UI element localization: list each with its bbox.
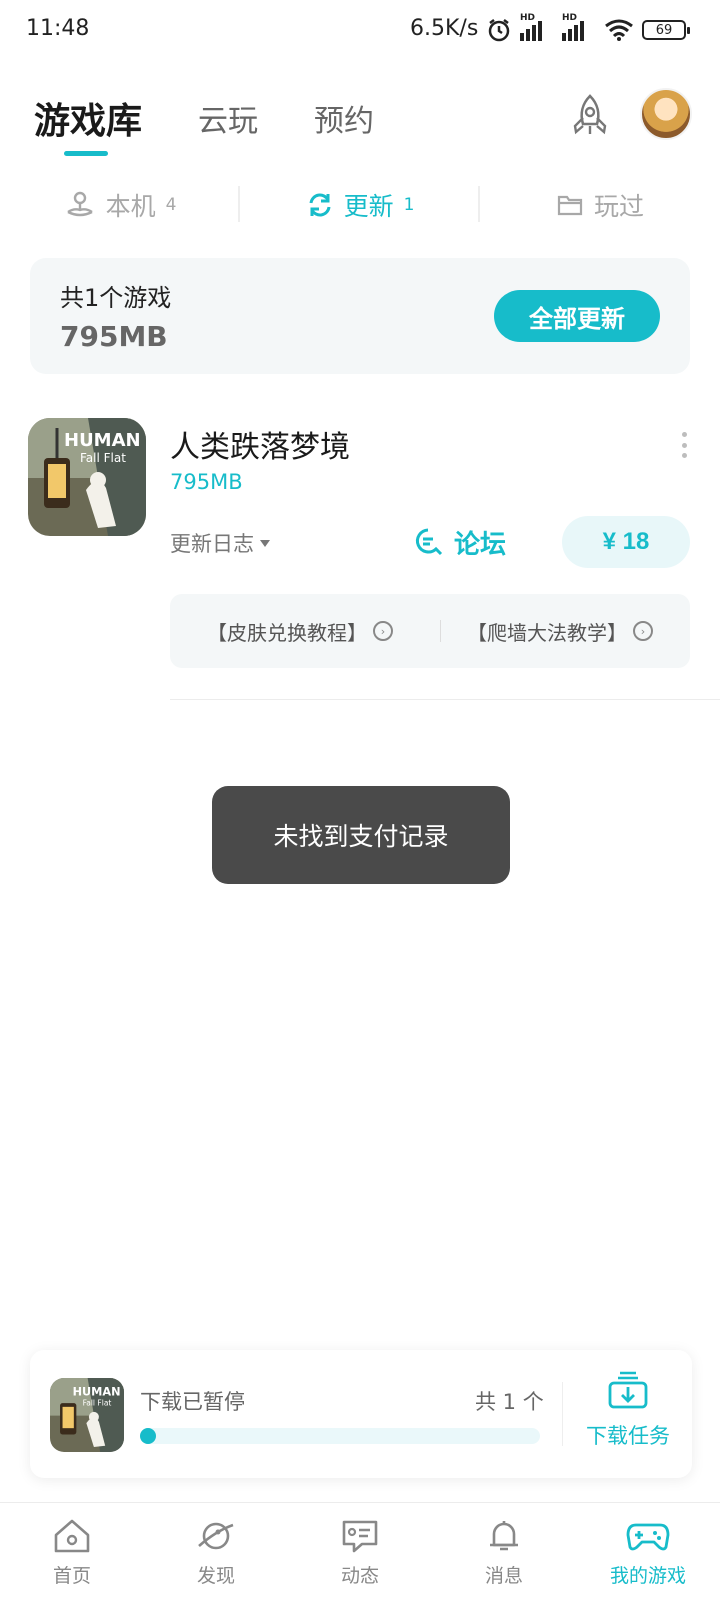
guide-link-skin-exchange[interactable]: 【皮肤兑换教程】 ›	[170, 617, 430, 646]
nav-my-games[interactable]: 我的游戏	[576, 1503, 720, 1600]
game-icon[interactable]: HUMAN Fall Flat	[28, 418, 146, 536]
status-time: 11:48	[26, 16, 90, 41]
nav-messages-label: 消息	[484, 1565, 523, 1587]
gamepad-icon	[626, 1523, 670, 1551]
caret-down-icon	[260, 539, 270, 547]
subtab-played-label: 玩过	[593, 192, 644, 221]
svg-text:Fall Flat: Fall Flat	[80, 451, 126, 465]
svg-text:HUMAN: HUMAN	[64, 430, 141, 451]
alarm-icon	[488, 19, 510, 42]
update-summary-card: 共1个游戏 795MB 全部更新	[30, 258, 690, 374]
subtab-local-label: 本机	[105, 192, 156, 221]
rocket-icon[interactable]	[566, 92, 614, 140]
nav-feed-label: 动态	[340, 1565, 379, 1587]
tab-reservations[interactable]: 预约	[314, 96, 374, 140]
price-button[interactable]: ¥ 18	[562, 516, 690, 568]
download-progress-bar	[140, 1428, 540, 1444]
download-tasks-button[interactable]: 下载任务	[580, 1370, 676, 1462]
battery-level: 69	[655, 22, 673, 38]
download-total: 共 1 个	[475, 1390, 544, 1414]
forum-label: 论坛	[454, 529, 507, 560]
download-panel[interactable]: HUMAN Fall Flat 下载已暂停 共 1 个 下载任务	[30, 1350, 692, 1478]
guide-link-label: 【爬墙大法教学】	[467, 620, 627, 645]
library-tabs: 游戏库 云玩 预约	[34, 88, 430, 148]
network-speed: 6.5K/s	[410, 16, 479, 41]
bell-icon	[490, 1521, 518, 1551]
nav-feed[interactable]: 动态	[288, 1503, 432, 1600]
home-icon	[54, 1519, 90, 1553]
nav-discover[interactable]: 发现	[144, 1503, 288, 1600]
planet-icon	[198, 1522, 234, 1550]
signal-icon-1: HD	[520, 13, 554, 41]
forum-button[interactable]: 论坛	[414, 522, 506, 562]
subtab-local[interactable]: 本机 4	[0, 187, 240, 223]
download-status: 下载已暂停	[140, 1390, 245, 1414]
status-bar: 11:48 6.5K/s HD HD 69	[0, 0, 720, 60]
tab-game-library[interactable]: 游戏库	[34, 92, 142, 144]
tab-cloud-play[interactable]: 云玩	[198, 96, 258, 140]
download-game-thumbnail: HUMAN Fall Flat	[50, 1378, 124, 1452]
bottom-nav: 首页 发现 动态 消息 我的游戏	[0, 1502, 720, 1600]
avatar[interactable]	[640, 88, 692, 140]
subtab-update-count: 1	[403, 195, 415, 215]
chevron-right-circle-icon: ›	[633, 621, 653, 641]
guide-links: 【皮肤兑换教程】 › 【爬墙大法教学】 ›	[170, 594, 690, 668]
game-count: 共1个游戏	[60, 284, 172, 312]
total-size: 795MB	[60, 320, 168, 353]
svg-text:HUMAN: HUMAN	[73, 1386, 121, 1399]
game-title[interactable]: 人类跌落梦境	[170, 422, 350, 466]
panel-divider	[562, 1382, 563, 1446]
guide-link-wall-climb[interactable]: 【爬墙大法教学】 ›	[430, 617, 690, 646]
battery-icon: 69	[642, 20, 690, 40]
nav-home-label: 首页	[52, 1565, 91, 1587]
subtab-divider	[478, 186, 480, 222]
changelog-dropdown[interactable]: 更新日志	[170, 528, 270, 558]
game-cover-image: HUMAN Fall Flat	[28, 418, 146, 536]
subtab-divider	[238, 186, 240, 222]
chat-card-icon	[342, 1520, 378, 1553]
download-progress-fill	[140, 1428, 156, 1444]
subtab-played[interactable]: 玩过	[480, 187, 720, 223]
guide-link-label: 【皮肤兑换教程】	[207, 620, 367, 645]
changelog-label: 更新日志	[170, 532, 254, 556]
chevron-right-circle-icon: ›	[373, 621, 393, 641]
signal-icon-2: HD	[562, 13, 596, 41]
download-tasks-label: 下载任务	[586, 1424, 670, 1448]
nav-messages[interactable]: 消息	[432, 1503, 576, 1600]
links-divider	[440, 620, 441, 642]
download-tray-icon	[608, 1371, 648, 1409]
subtab-update[interactable]: 更新 1	[240, 187, 480, 223]
wifi-icon	[605, 19, 633, 41]
sub-tabs: 本机 4 更新 1 玩过	[0, 180, 720, 230]
refresh-icon	[309, 193, 331, 217]
folder-icon	[557, 195, 583, 216]
nav-my-games-label: 我的游戏	[609, 1565, 686, 1587]
svg-text:Fall Flat: Fall Flat	[83, 1399, 112, 1408]
subtab-update-label: 更新	[343, 192, 394, 221]
item-divider	[170, 699, 720, 700]
subtab-local-count: 4	[165, 195, 177, 215]
toast-message: 未找到支付记录	[212, 786, 510, 884]
forum-chat-icon	[415, 528, 443, 556]
active-tab-indicator	[64, 151, 108, 156]
status-icons: HD HD 69	[486, 13, 690, 46]
nav-discover-label: 发现	[196, 1565, 235, 1587]
update-all-button[interactable]: 全部更新	[494, 290, 660, 342]
nav-home[interactable]: 首页	[0, 1503, 144, 1600]
more-options-icon[interactable]	[676, 432, 692, 458]
game-size: 795MB	[170, 470, 243, 494]
local-device-icon	[66, 191, 93, 217]
